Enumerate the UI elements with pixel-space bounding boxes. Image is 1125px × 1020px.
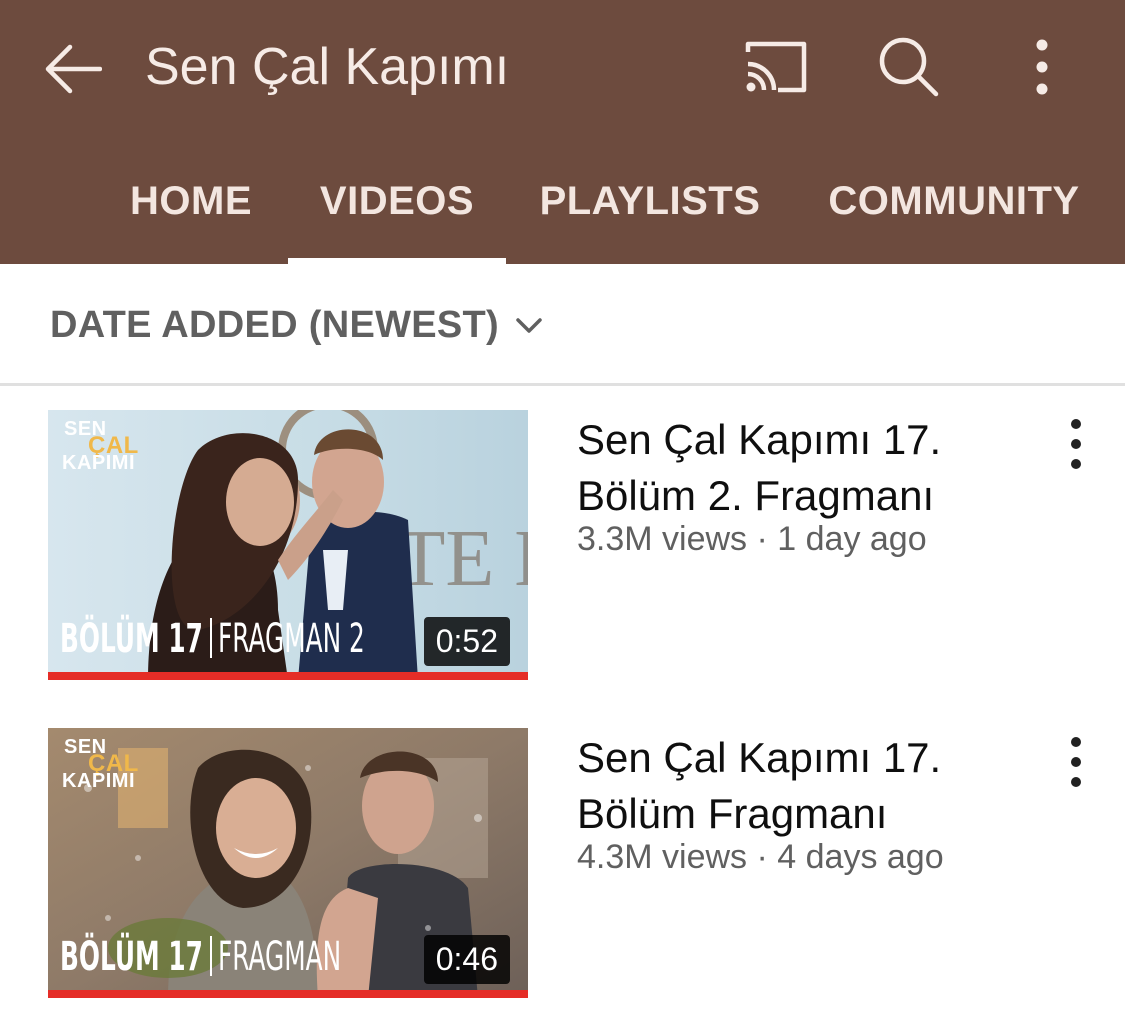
channel-logo-overlay: SEN ÇAL KAPIMI	[62, 416, 154, 476]
tab-playlists[interactable]: PLAYLISTS	[528, 144, 772, 258]
video-thumbnail[interactable]: SEN ÇAL KAPIMI BÖLÜM 17 FRAGMAN 0:46	[48, 728, 528, 998]
app-bar: Sen Çal Kapımı HOME VIDEOS PLAYLISTS COM…	[0, 0, 1125, 264]
video-item[interactable]: SEN ÇAL KAPIMI BÖLÜM 17 FRAGMAN 0:46 Sen…	[0, 728, 1125, 1018]
channel-logo-overlay: SEN ÇAL KAPIMI	[62, 734, 154, 794]
search-icon	[879, 37, 939, 97]
video-meta: 3.3M views · 1 day ago	[577, 520, 927, 558]
sort-label: DATE ADDED (NEWEST)	[50, 304, 500, 346]
search-button[interactable]	[876, 34, 942, 100]
channel-title: Sen Çal Kapımı	[145, 38, 510, 96]
tab-community[interactable]: COMMUNITY	[812, 144, 1096, 258]
caption-episode: BÖLÜM 17	[60, 934, 203, 980]
arrow-left-icon	[45, 44, 102, 94]
video-title[interactable]: Sen Çal Kapımı 17. Bölüm 2. Fragmanı	[577, 412, 1017, 524]
caption-separator	[210, 618, 212, 658]
video-item[interactable]: RTE E SEN ÇAL KAPIMI BÖLÜM 17 FRAGMAN 2 …	[0, 410, 1125, 700]
back-button[interactable]	[42, 38, 104, 100]
duration-badge: 0:46	[423, 935, 510, 984]
thumbnail-caption: BÖLÜM 17 FRAGMAN 2	[60, 616, 455, 662]
tab-home[interactable]: HOME	[112, 144, 270, 258]
more-vertical-icon	[1071, 419, 1081, 469]
channel-tabs: HOME VIDEOS PLAYLISTS COMMUNITY	[0, 150, 1125, 264]
chevron-down-icon	[516, 318, 542, 333]
duration-badge: 0:52	[423, 617, 510, 666]
video-title[interactable]: Sen Çal Kapımı 17. Bölüm Fragmanı	[577, 730, 1017, 842]
video-meta: 4.3M views · 4 days ago	[577, 838, 944, 876]
watch-progress-bar	[48, 672, 528, 680]
thumbnail-caption: BÖLÜM 17 FRAGMAN	[60, 934, 417, 980]
logo-text: KAPIMI	[62, 770, 135, 792]
more-vertical-icon	[1071, 737, 1081, 787]
sort-selector[interactable]: DATE ADDED (NEWEST)	[0, 264, 1125, 384]
video-menu-button[interactable]	[1054, 734, 1098, 790]
caption-episode: BÖLÜM 17	[60, 616, 203, 662]
logo-text: KAPIMI	[62, 452, 135, 474]
caption-separator	[210, 936, 212, 976]
caption-trailer: FRAGMAN	[218, 934, 342, 980]
tab-videos[interactable]: VIDEOS	[288, 144, 506, 258]
caption-trailer: FRAGMAN 2	[218, 616, 365, 662]
more-vertical-icon	[1036, 39, 1048, 95]
cast-icon	[745, 41, 807, 93]
video-thumbnail[interactable]: RTE E SEN ÇAL KAPIMI BÖLÜM 17 FRAGMAN 2 …	[48, 410, 528, 680]
more-options-button[interactable]	[1020, 38, 1064, 96]
divider	[0, 383, 1125, 386]
cast-button[interactable]	[742, 38, 812, 96]
video-menu-button[interactable]	[1054, 416, 1098, 472]
watch-progress-bar	[48, 990, 528, 998]
